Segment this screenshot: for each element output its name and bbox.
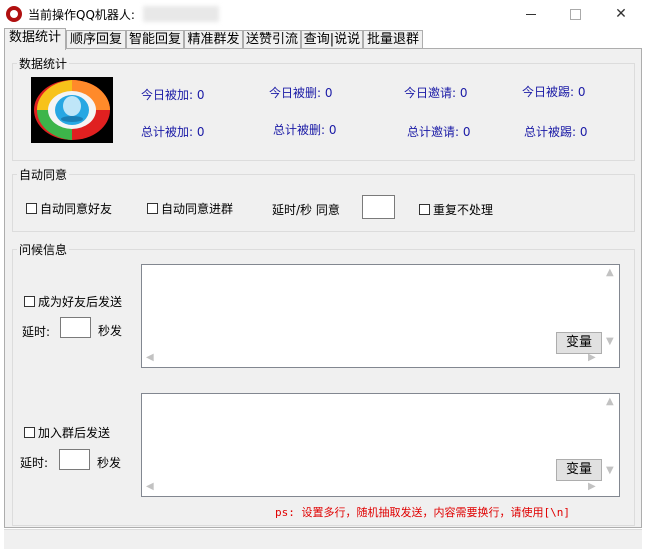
tab-likes-traffic[interactable]: 送赞引流 (243, 30, 301, 49)
today-added-stat: 今日被加: 0 (141, 88, 205, 102)
checkbox-label: 加入群后发送 (38, 426, 111, 440)
total-added-stat: 总计被加: 0 (141, 125, 205, 139)
checkbox-label: 自动同意进群 (161, 202, 234, 216)
total-deleted-stat: 总计被删: 0 (273, 123, 337, 137)
horizontal-scrollbar[interactable]: ◀ ▶ (142, 350, 602, 367)
no-repeat-checkbox[interactable]: 重复不处理 (419, 201, 493, 218)
checkbox-label: 重复不处理 (433, 203, 494, 217)
multiline-hint-note: ps: 设置多行，随机抽取发送，内容需要换行，请使用[\n] (275, 506, 570, 519)
checkbox-box[interactable] (24, 427, 35, 438)
scroll-down-icon[interactable]: ▼ (606, 466, 614, 476)
status-bar (4, 529, 642, 549)
scroll-left-icon[interactable]: ◀ (146, 482, 154, 492)
horizontal-scrollbar[interactable]: ◀ ▶ (142, 479, 602, 496)
send-after-friend-checkbox[interactable]: 成为好友后发送 (24, 293, 122, 310)
total-invited-stat: 总计邀请: 0 (407, 125, 471, 139)
friend-greeting-textarea[interactable]: ▲ ▼ ◀ ▶ (141, 264, 620, 368)
checkbox-box[interactable] (26, 203, 37, 214)
delay-suffix-label: 秒发 (97, 456, 122, 470)
delay-prefix-label: 延时: (22, 325, 51, 339)
today-deleted-stat: 今日被删: 0 (269, 86, 333, 100)
tab-smart-reply[interactable]: 智能回复 (126, 30, 184, 49)
window-title: 当前操作QQ机器人: (28, 8, 135, 22)
auto-agree-group-title: 自动同意 (17, 166, 70, 183)
greeting-group-title: 问候信息 (17, 241, 70, 258)
auto-agree-group-checkbox[interactable]: 自动同意进群 (147, 200, 233, 217)
scroll-up-icon[interactable]: ▲ (606, 397, 614, 407)
tab-sequential-reply[interactable]: 顺序回复 (66, 30, 126, 49)
send-after-join-group-checkbox[interactable]: 加入群后发送 (24, 424, 110, 441)
today-kicked-stat: 今日被踢: 0 (522, 85, 586, 99)
qq-logo (31, 77, 113, 143)
group-variable-button[interactable]: 变量 (556, 459, 602, 481)
checkbox-box[interactable] (147, 203, 158, 214)
maximize-button[interactable] (552, 0, 598, 28)
delay-prefix-label: 延时: (20, 456, 49, 470)
group-greeting-textarea[interactable]: ▲ ▼ ◀ ▶ (141, 393, 620, 497)
tab-batch-quit-groups[interactable]: 批量退群 (363, 30, 423, 49)
scroll-up-icon[interactable]: ▲ (606, 268, 614, 278)
total-kicked-stat: 总计被踢: 0 (524, 125, 588, 139)
app-icon (6, 6, 22, 22)
friend-delay-input[interactable] (60, 317, 91, 338)
checkbox-box[interactable] (419, 204, 430, 215)
scroll-left-icon[interactable]: ◀ (146, 353, 154, 363)
tab-strip: 数据统计 顺序回复 智能回复 精准群发 送赞引流 查询|说说 批量退群 (4, 28, 644, 50)
checkbox-label: 自动同意好友 (40, 202, 113, 216)
group-delay-input[interactable] (59, 449, 90, 470)
delay-seconds-label: 延时/秒 同意 (272, 203, 340, 217)
checkbox-box[interactable] (24, 296, 35, 307)
title-bar: 当前操作QQ机器人: ✕ (0, 0, 646, 28)
stats-group-title: 数据统计 (17, 55, 70, 72)
today-invited-stat: 今日邀请: 0 (404, 86, 468, 100)
maximize-icon (569, 8, 581, 20)
close-button[interactable]: ✕ (598, 0, 644, 28)
tab-data-stats[interactable]: 数据统计 (4, 28, 66, 50)
robot-name-redacted (143, 6, 219, 22)
vertical-scrollbar[interactable]: ▲ ▼ (602, 265, 619, 351)
vertical-scrollbar[interactable]: ▲ ▼ (602, 394, 619, 480)
minimize-button[interactable] (508, 0, 554, 28)
scroll-right-icon[interactable]: ▶ (588, 353, 596, 363)
minimize-icon (526, 13, 536, 15)
auto-agree-friend-checkbox[interactable]: 自动同意好友 (26, 200, 112, 217)
auto-agree-delay-input[interactable] (362, 195, 395, 219)
scroll-right-icon[interactable]: ▶ (588, 482, 596, 492)
friend-variable-button[interactable]: 变量 (556, 332, 602, 354)
tab-query-posts[interactable]: 查询|说说 (301, 30, 363, 49)
tab-precise-broadcast[interactable]: 精准群发 (184, 30, 243, 49)
checkbox-label: 成为好友后发送 (38, 295, 123, 309)
close-icon: ✕ (615, 6, 627, 22)
tab-content-panel: 数据统计 今日被加: 0 今日被删: 0 今日邀请: 0 今日被踢: 0 总计被… (4, 48, 642, 528)
delay-suffix-label: 秒发 (98, 324, 123, 338)
scroll-down-icon[interactable]: ▼ (606, 337, 614, 347)
